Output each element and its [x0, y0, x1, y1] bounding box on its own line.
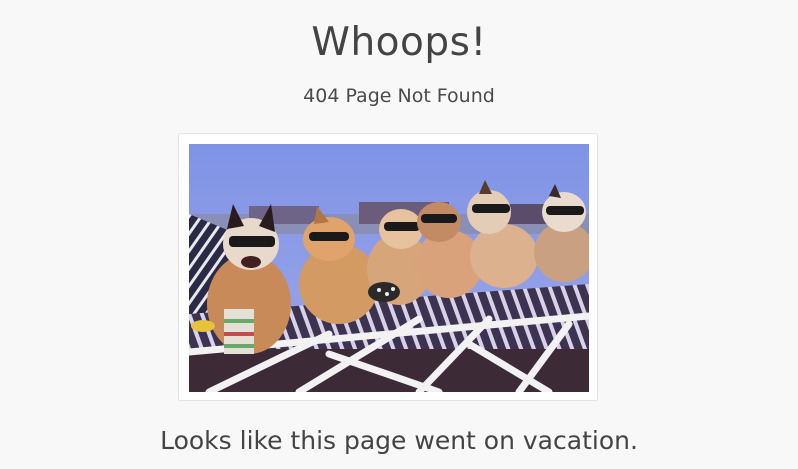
vacation-message: Looks like this page went on vacation. [160, 426, 638, 455]
error-page: Whoops! 404 Page Not Found Looks like th… [0, 0, 798, 469]
error-code-subtitle: 404 Page Not Found [303, 85, 495, 107]
dogs-sunbathing-photo [189, 144, 589, 392]
page-title: Whoops! [311, 20, 487, 65]
image-frame [178, 133, 598, 401]
